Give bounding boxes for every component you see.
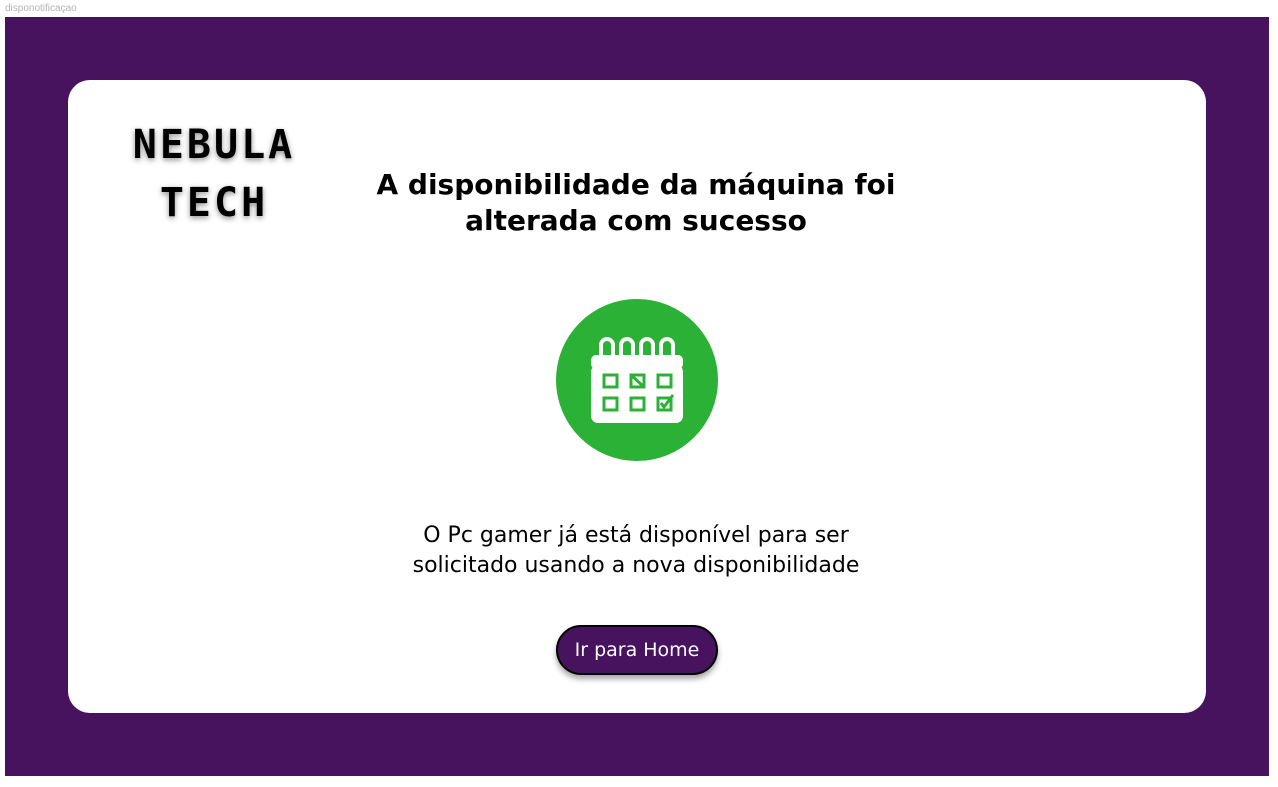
logo-line-2: TECH xyxy=(159,180,269,226)
calendar-check-icon xyxy=(591,337,683,423)
go-home-button[interactable]: Ir para Home xyxy=(556,625,718,675)
notification-card: NEBULA TECH A disponibilidade da máquina… xyxy=(68,80,1206,713)
brand-logo: NEBULA TECH xyxy=(114,116,314,232)
frame-label: disponotificaçao xyxy=(5,3,77,14)
logo-line-1: NEBULA xyxy=(132,122,296,168)
success-icon-badge xyxy=(556,299,718,461)
page-title: A disponibilidade da máquina foi alterad… xyxy=(376,168,896,237)
page-background: NEBULA TECH A disponibilidade da máquina… xyxy=(5,17,1269,776)
confirmation-message: O Pc gamer já está disponível para ser s… xyxy=(412,523,860,578)
